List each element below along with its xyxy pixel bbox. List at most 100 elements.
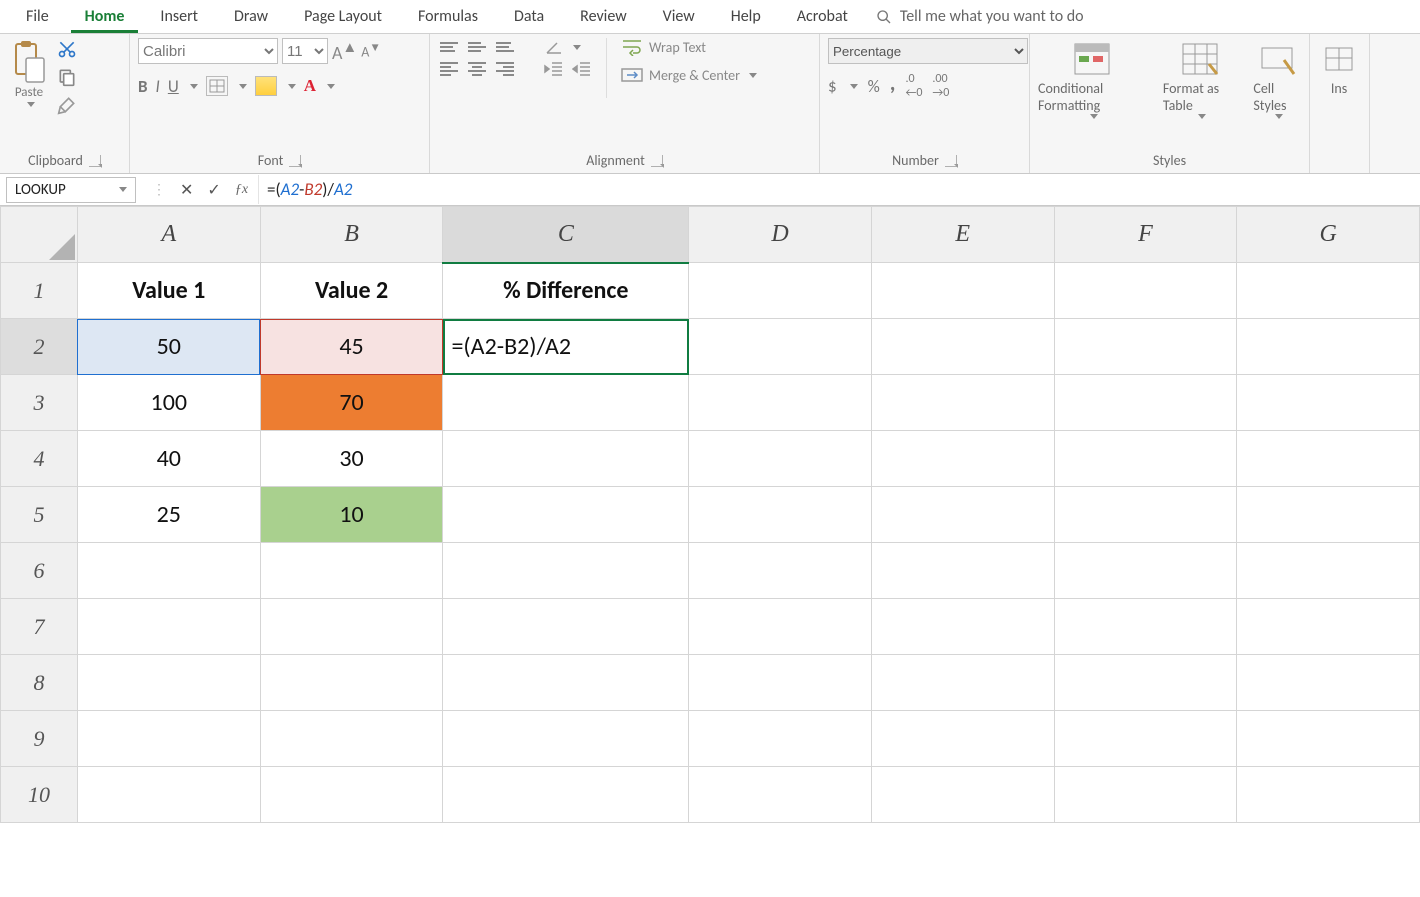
cell-F5[interactable] [1054, 487, 1237, 543]
cell-C4[interactable] [443, 431, 689, 487]
col-header-C[interactable]: C [443, 207, 689, 263]
cell-styles-button[interactable]: Cell Styles [1253, 38, 1301, 119]
align-bottom-button[interactable] [494, 38, 516, 56]
tell-me-search[interactable]: Tell me what you want to do [876, 7, 1084, 26]
accounting-format-button[interactable]: $ [828, 76, 837, 97]
cell-B6[interactable] [260, 543, 443, 599]
row-header-8[interactable]: 8 [1, 655, 78, 711]
cell-D10[interactable] [689, 767, 872, 823]
cell-D6[interactable] [689, 543, 872, 599]
cell-A4[interactable]: 40 [77, 431, 260, 487]
row-header-2[interactable]: 2 [1, 319, 78, 375]
align-right-button[interactable] [494, 60, 516, 78]
fill-color-button[interactable] [255, 76, 277, 96]
orientation-button[interactable] [542, 38, 564, 56]
cell-B1[interactable]: Value 2 [260, 263, 443, 319]
cell-E3[interactable] [871, 375, 1054, 431]
cell-D1[interactable] [689, 263, 872, 319]
merge-center-button[interactable]: Merge & Center [621, 66, 757, 84]
tab-data[interactable]: Data [496, 1, 562, 32]
cell-B4[interactable]: 30 [260, 431, 443, 487]
conditional-formatting-button[interactable]: Conditional Formatting [1038, 38, 1147, 119]
cell-G2[interactable] [1237, 319, 1420, 375]
cell-C1[interactable]: % Difference [443, 263, 689, 319]
tab-page-layout[interactable]: Page Layout [286, 1, 400, 32]
align-middle-button[interactable] [466, 38, 488, 56]
cell-F8[interactable] [1054, 655, 1237, 711]
cell-G4[interactable] [1237, 431, 1420, 487]
bold-button[interactable]: B [138, 76, 148, 97]
decrease-decimal-button[interactable]: .00→0 [932, 72, 949, 100]
cell-A5[interactable]: 25 [77, 487, 260, 543]
cell-D9[interactable] [689, 711, 872, 767]
paste-button[interactable]: Paste [8, 38, 50, 109]
cell-D4[interactable] [689, 431, 872, 487]
insert-cells-button[interactable]: Ins [1318, 38, 1360, 97]
borders-button[interactable] [206, 76, 228, 96]
cell-A3[interactable]: 100 [77, 375, 260, 431]
cell-E4[interactable] [871, 431, 1054, 487]
cell-B7[interactable] [260, 599, 443, 655]
cell-C9[interactable] [443, 711, 689, 767]
number-launcher[interactable] [945, 155, 957, 167]
copy-button[interactable] [56, 66, 78, 88]
align-center-button[interactable] [466, 60, 488, 78]
tab-view[interactable]: View [645, 1, 713, 32]
row-header-6[interactable]: 6 [1, 543, 78, 599]
cell-D3[interactable] [689, 375, 872, 431]
cell-G5[interactable] [1237, 487, 1420, 543]
cell-B5[interactable]: 10 [260, 487, 443, 543]
decrease-font-button[interactable]: A▼ [361, 41, 381, 61]
cell-G7[interactable] [1237, 599, 1420, 655]
cell-E9[interactable] [871, 711, 1054, 767]
alignment-launcher[interactable] [651, 155, 663, 167]
fx-icon[interactable]: ƒx [235, 182, 248, 198]
cell-F9[interactable] [1054, 711, 1237, 767]
cell-A1[interactable]: Value 1 [77, 263, 260, 319]
spreadsheet-grid[interactable]: A B C D E F G 1 Value 1 Value 2 % Differ… [0, 206, 1420, 823]
cell-C8[interactable] [443, 655, 689, 711]
font-launcher[interactable] [289, 155, 301, 167]
cut-button[interactable] [56, 38, 78, 60]
number-format-select[interactable]: Percentage [828, 38, 1028, 64]
tab-help[interactable]: Help [713, 1, 779, 32]
col-header-A[interactable]: A [77, 207, 260, 263]
col-header-E[interactable]: E [871, 207, 1054, 263]
cell-G3[interactable] [1237, 375, 1420, 431]
increase-indent-button[interactable] [570, 60, 592, 78]
row-header-10[interactable]: 10 [1, 767, 78, 823]
increase-decimal-button[interactable]: .0←0 [905, 72, 922, 100]
cell-G10[interactable] [1237, 767, 1420, 823]
cell-B2[interactable]: 45 [260, 319, 443, 375]
cell-F7[interactable] [1054, 599, 1237, 655]
cell-A10[interactable] [77, 767, 260, 823]
percent-format-button[interactable]: % [868, 76, 880, 97]
cell-B10[interactable] [260, 767, 443, 823]
cell-C2[interactable]: =(A2-B2)/A2 [443, 319, 689, 375]
enter-formula-button[interactable]: ✓ [207, 180, 220, 200]
cell-D8[interactable] [689, 655, 872, 711]
tab-review[interactable]: Review [562, 1, 645, 32]
decrease-indent-button[interactable] [542, 60, 564, 78]
clipboard-launcher[interactable] [89, 155, 101, 167]
row-header-9[interactable]: 9 [1, 711, 78, 767]
underline-button[interactable]: U [168, 76, 179, 97]
cell-A6[interactable] [77, 543, 260, 599]
cell-E5[interactable] [871, 487, 1054, 543]
font-size-select[interactable]: 11 [282, 38, 328, 64]
cell-E8[interactable] [871, 655, 1054, 711]
cell-C10[interactable] [443, 767, 689, 823]
align-top-button[interactable] [438, 38, 460, 56]
cell-G6[interactable] [1237, 543, 1420, 599]
row-header-7[interactable]: 7 [1, 599, 78, 655]
tab-home[interactable]: Home [67, 1, 143, 32]
cell-D2[interactable] [689, 319, 872, 375]
name-box[interactable]: LOOKUP [6, 177, 136, 203]
comma-format-button[interactable]: , [890, 69, 896, 96]
font-color-button[interactable]: A [304, 76, 316, 96]
italic-button[interactable]: I [156, 76, 160, 97]
cell-E6[interactable] [871, 543, 1054, 599]
tab-draw[interactable]: Draw [216, 1, 286, 32]
cell-A2[interactable]: 50 [77, 319, 260, 375]
cell-F10[interactable] [1054, 767, 1237, 823]
